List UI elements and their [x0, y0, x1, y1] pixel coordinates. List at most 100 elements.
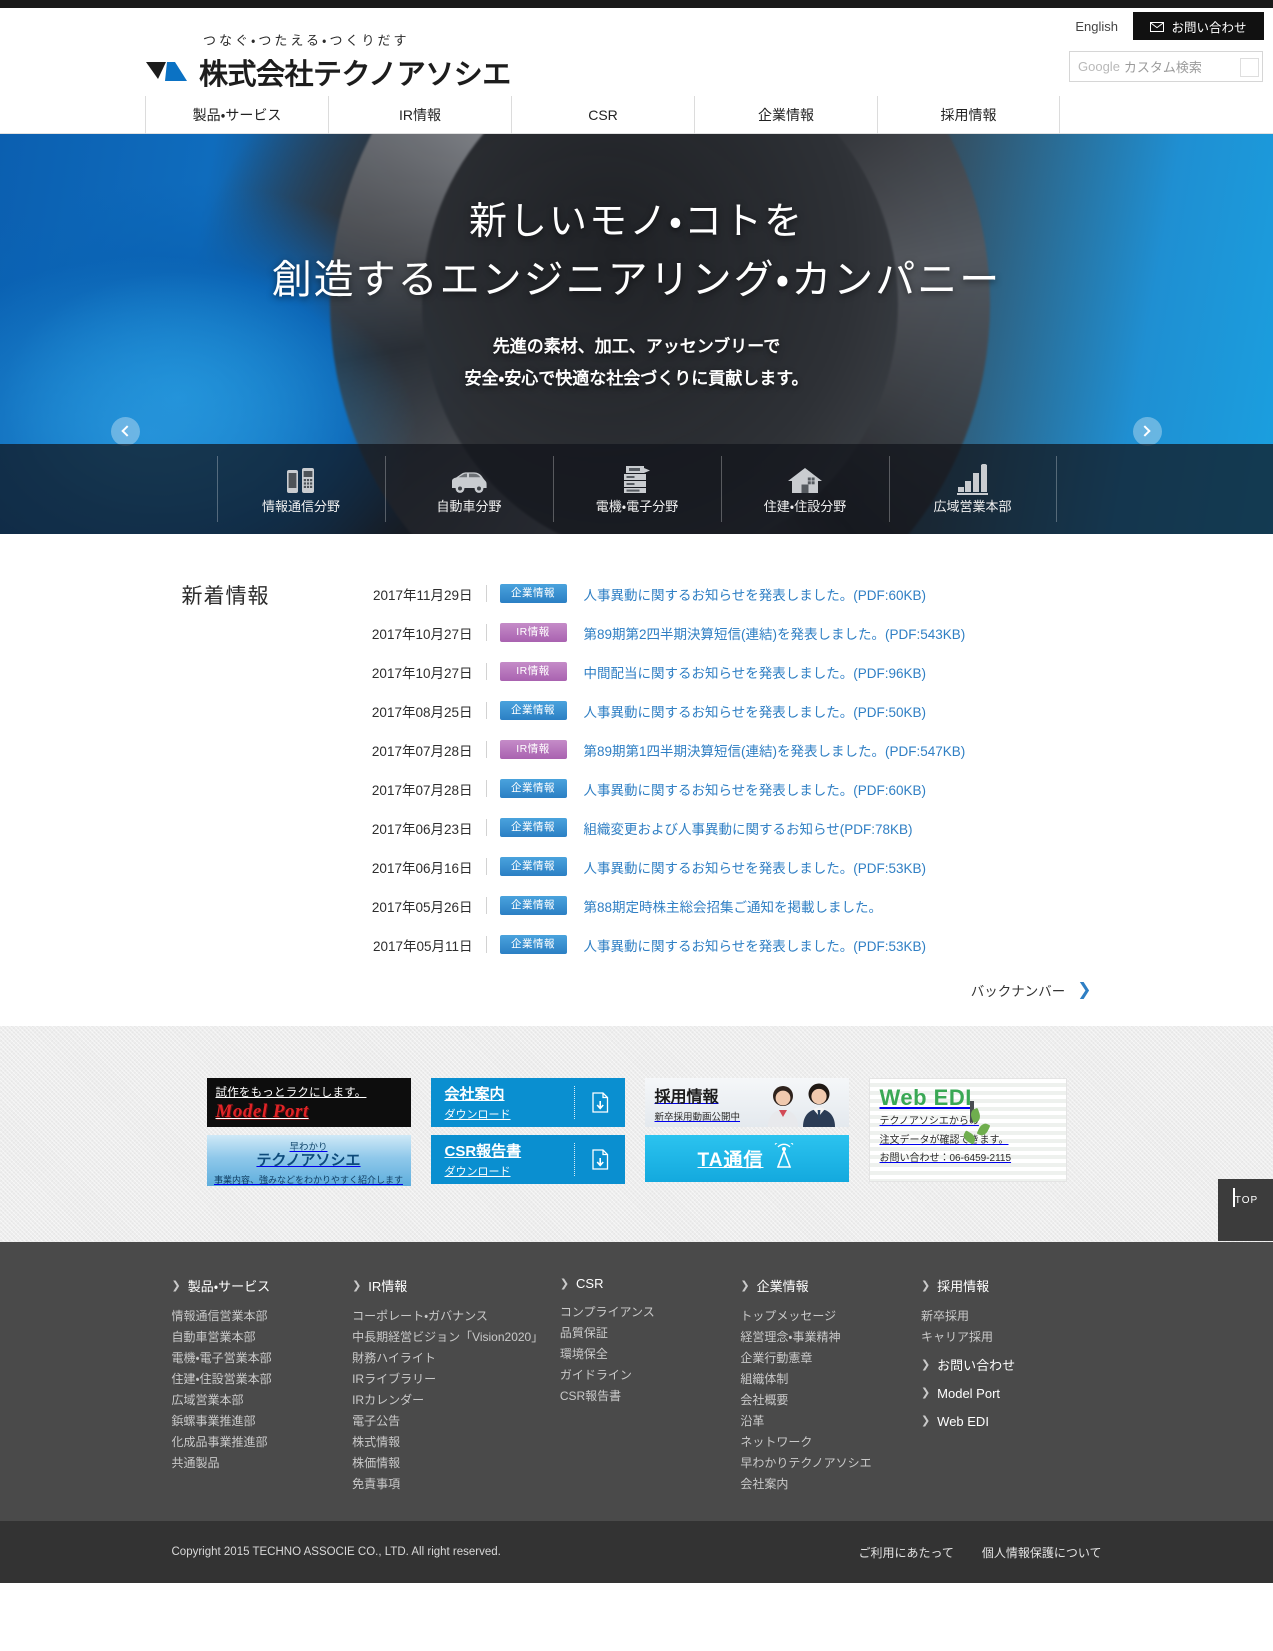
footer-link[interactable]: 電機・電子営業本部 [172, 1348, 353, 1369]
footer-link[interactable]: 株式情報 [352, 1432, 560, 1453]
nav-item-recruit[interactable]: 採用情報 [877, 96, 1060, 134]
news-link[interactable]: 人事異動に関するお知らせを発表しました。(PDF:60KB) [584, 779, 927, 799]
news-category-badge: 企業情報 [499, 818, 567, 837]
footer-heading-label: 製品・サービス [187, 1279, 271, 1294]
footer-link[interactable]: コンプライアンス [560, 1302, 741, 1323]
footer-link[interactable]: コーポレート・ガバナンス [352, 1306, 560, 1327]
english-link[interactable]: English [1075, 19, 1118, 34]
footer-heading-csr[interactable]: ❯ CSR [560, 1276, 741, 1291]
banner-ta-tsushin[interactable]: TA通信 [644, 1135, 849, 1182]
footer-link[interactable]: CSR報告書 [560, 1386, 741, 1407]
news-link[interactable]: 人事異動に関するお知らせを発表しました。(PDF:60KB) [584, 584, 927, 604]
footer-link-web-edi[interactable]: ❯ Web EDI [921, 1411, 1102, 1432]
news-link[interactable]: 第88期定時株主総会招集ご通知を掲載しました。 [584, 896, 883, 916]
footer-link[interactable]: 早わかりテクノアソシエ [740, 1453, 921, 1474]
segment-item-info-comm[interactable]: 情報通信分野 [216, 456, 385, 522]
nav-item-company[interactable]: 企業情報 [694, 96, 877, 134]
footer-link[interactable]: 化成品事業推進部 [172, 1432, 353, 1453]
news-link[interactable]: 組織変更および人事異動に関するお知らせ(PDF:78KB) [584, 818, 913, 838]
news-link[interactable]: 人事異動に関するお知らせを発表しました。(PDF:53KB) [584, 935, 927, 955]
footer-link[interactable]: 新卒採用 [921, 1306, 1102, 1327]
nav-item-products[interactable]: 製品・サービス [145, 96, 328, 134]
footer-heading-recruit[interactable]: ❯ 採用情報 [921, 1276, 1102, 1295]
banner-model-port[interactable]: 試作をもっとラクにします。 Model Port [206, 1078, 411, 1127]
footer-link[interactable]: IRカレンダー [352, 1390, 560, 1411]
terms-of-use-link[interactable]: ご利用にあたって [858, 1544, 953, 1561]
banner-divider [573, 1143, 575, 1176]
back-to-top-button[interactable]: TOP [1218, 1179, 1273, 1241]
footer-link[interactable]: 会社案内 [740, 1474, 921, 1495]
footer-link[interactable]: 組織体制 [740, 1369, 921, 1390]
banner-recruit[interactable]: 採用情報 新卒採用動画公開中 [644, 1078, 849, 1127]
footer-link[interactable]: トップメッセージ [740, 1306, 921, 1327]
footer-link[interactable]: 自動車営業本部 [172, 1327, 353, 1348]
footer-link[interactable]: 鋲螺事業推進部 [172, 1411, 353, 1432]
logo-tagline: つなぐ・つたえる・つくりだす [203, 33, 410, 48]
news-category-badge: 企業情報 [499, 896, 567, 915]
company-name: 株式会社テクノアソシエ [199, 59, 511, 91]
back-to-top-label: TOP [1234, 1195, 1259, 1206]
chevron-left-icon[interactable] [111, 417, 140, 446]
footer-heading-company[interactable]: ❯ 企業情報 [740, 1276, 921, 1295]
search-icon[interactable] [1240, 58, 1259, 77]
footer-heading-label: CSR [576, 1276, 604, 1291]
footer-heading-products[interactable]: ❯ 製品・サービス [172, 1276, 353, 1295]
news-divider [485, 858, 487, 875]
footer-link-label: Web EDI [937, 1414, 989, 1429]
footer-link-contact[interactable]: ❯ お問い合わせ [921, 1355, 1102, 1376]
footer-link[interactable]: 品質保証 [560, 1323, 741, 1344]
banner-csr-report-download[interactable]: CSR報告書 ダウンロード [430, 1135, 625, 1184]
footer-link[interactable]: 中長期経営ビジョン「Vision2020」 [352, 1327, 560, 1348]
hero-sub-line2: 安全・安心で快適な社会づくりに貢献します。 [464, 368, 809, 388]
footer-link[interactable]: 会社概要 [740, 1390, 921, 1411]
banner-company-guide-download[interactable]: 会社案内 ダウンロード [430, 1078, 625, 1127]
search-input[interactable]: Google カスタム検索 [1069, 51, 1263, 82]
footer-link[interactable]: 情報通信営業本部 [172, 1306, 353, 1327]
footer-link[interactable]: 広域営業本部 [172, 1390, 353, 1411]
copyright-bar: Copyright 2015 TECHNO ASSOCIE CO., LTD. … [0, 1521, 1273, 1583]
footer-link[interactable]: 経営理念・事業精神 [740, 1327, 921, 1348]
nav-item-csr[interactable]: CSR [511, 96, 694, 134]
footer-link[interactable]: IRライブラリー [352, 1369, 560, 1390]
footer-link[interactable]: 沿革 [740, 1411, 921, 1432]
main-navigation: 製品・サービス IR情報 CSR 企業情報 採用情報 [145, 96, 1060, 134]
footer-link[interactable]: 住建・住設営業本部 [172, 1369, 353, 1390]
footer-link[interactable]: ネットワーク [740, 1432, 921, 1453]
banner-web-edi[interactable]: Web EDI テクノアソシエからの 注文データが確認できます。 お問い合わせ：… [868, 1078, 1067, 1182]
news-link[interactable]: 第89期第1四半期決算短信(連結)を発表しました。(PDF:547KB) [584, 740, 966, 760]
footer-link[interactable]: ガイドライン [560, 1365, 741, 1386]
contact-button[interactable]: お問い合わせ [1133, 12, 1264, 40]
privacy-policy-link[interactable]: 個人情報保護について [982, 1544, 1102, 1561]
news-link[interactable]: 人事異動に関するお知らせを発表しました。(PDF:53KB) [584, 857, 927, 877]
footer-link[interactable]: 免責事項 [352, 1474, 560, 1495]
footer-link[interactable]: 企業行動憲章 [740, 1348, 921, 1369]
banner-hayawakari[interactable]: 早わかり テクノアソシエ 事業内容、強みなどをわかりやすく紹介します [206, 1135, 411, 1186]
segment-item-wide-area[interactable]: 広域営業本部 [888, 456, 1057, 522]
chevron-right-icon[interactable] [1133, 417, 1162, 446]
news-date: 2017年06月23日 [371, 821, 473, 837]
news-link[interactable]: 第89期第2四半期決算短信(連結)を発表しました。(PDF:543KB) [584, 623, 966, 643]
footer-link[interactable]: 株価情報 [352, 1453, 560, 1474]
footer-link-model-port[interactable]: ❯ Model Port [921, 1383, 1102, 1404]
footer-link[interactable]: 環境保全 [560, 1344, 741, 1365]
backnumber-link[interactable]: バックナンバー [971, 980, 1066, 1000]
news-row: 2017年07月28日 IR情報 第89期第1四半期決算短信(連結)を発表しまし… [342, 730, 1092, 769]
news-link[interactable]: 中間配当に関するお知らせを発表しました。(PDF:96KB) [584, 662, 927, 682]
banner-model-port-brand: Model Port [215, 1101, 309, 1122]
banner-csr-report-sub: ダウンロード [444, 1166, 511, 1178]
hero-text-block: 新しいモノ・コトを 創造するエンジニアリング・カンパニー 先進の素材、加工、アッ… [0, 134, 1273, 394]
footer-link[interactable]: 電子公告 [352, 1411, 560, 1432]
footer-link[interactable]: キャリア採用 [921, 1327, 1102, 1348]
footer-link[interactable]: 財務ハイライト [352, 1348, 560, 1369]
footer-heading-ir[interactable]: ❯ IR情報 [352, 1276, 560, 1295]
segment-item-automotive[interactable]: 自動車分野 [384, 456, 553, 522]
site-logo[interactable]: つなぐ・つたえる・つくりだす 株式会社テクノアソシエ [145, 30, 511, 93]
nav-item-ir[interactable]: IR情報 [328, 96, 511, 134]
news-link[interactable]: 人事異動に関するお知らせを発表しました。(PDF:50KB) [584, 701, 927, 721]
segment-item-electronics[interactable]: 電機・電子分野 [552, 456, 721, 522]
news-row: 2017年05月11日 企業情報 人事異動に関するお知らせを発表しました。(PD… [342, 925, 1092, 964]
news-date: 2017年07月28日 [371, 782, 473, 798]
segment-item-housing[interactable]: 住建・住設分野 [720, 456, 889, 522]
bar-chart-icon [890, 462, 1056, 496]
footer-link[interactable]: 共通製品 [172, 1453, 353, 1474]
